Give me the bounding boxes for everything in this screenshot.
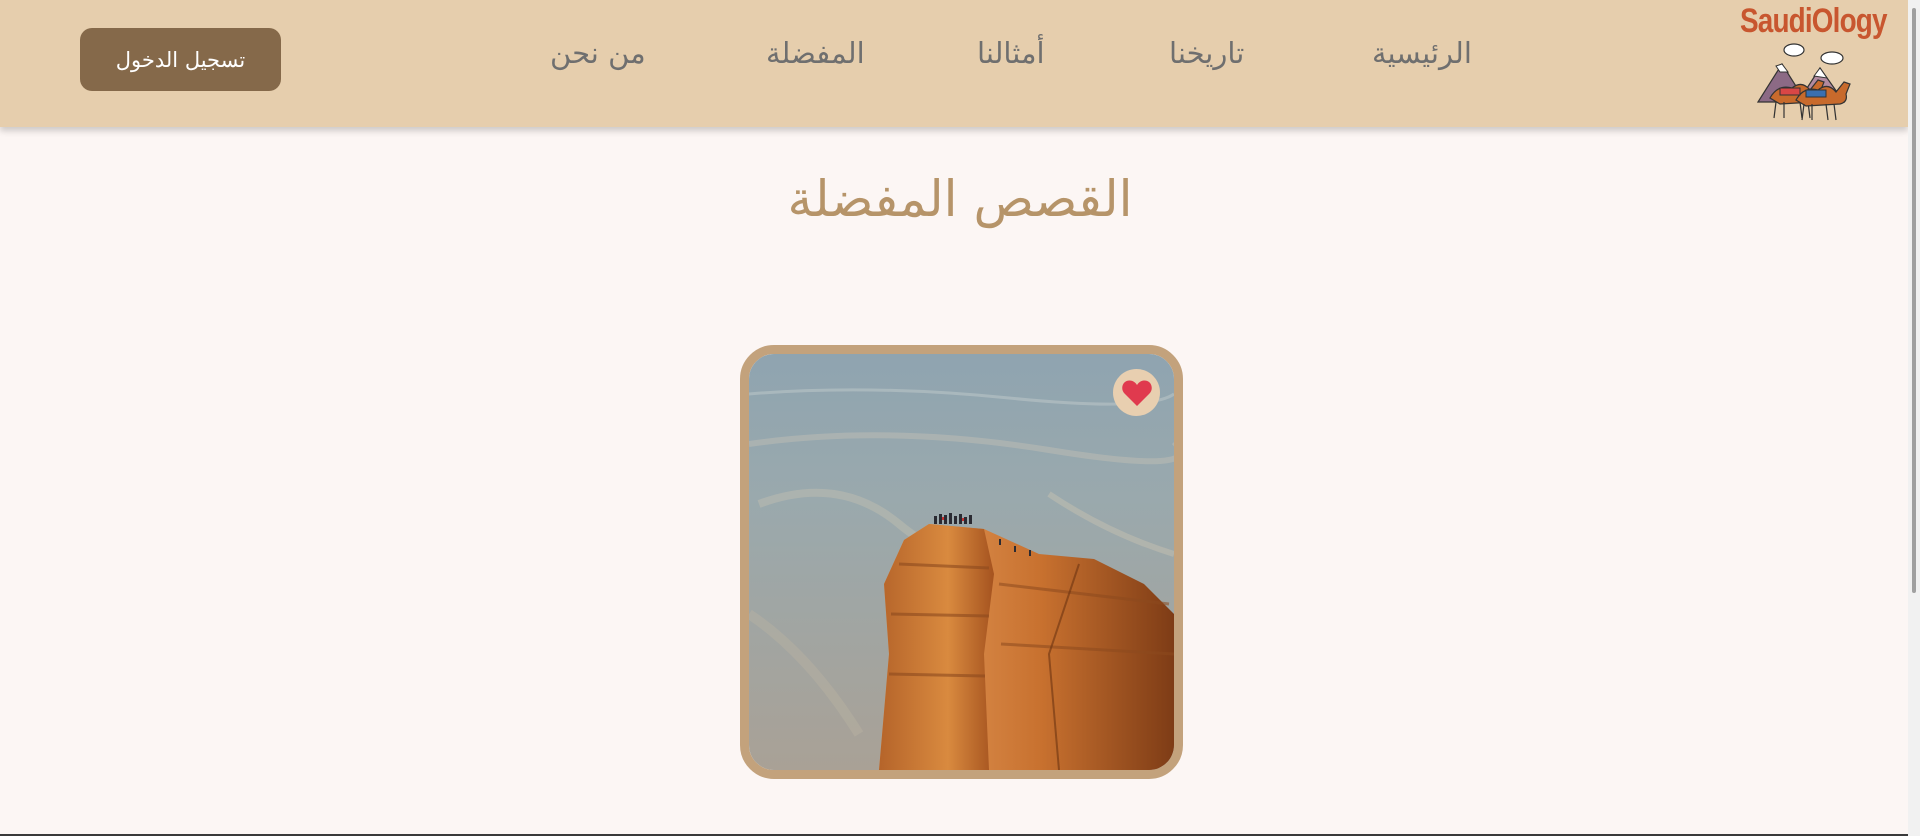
saudiology-logo[interactable]: SaudiOlogy	[1734, 0, 1888, 122]
nav-link-proverbs[interactable]: أمثالنا	[977, 36, 1045, 70]
nav-link-history[interactable]: تاريخنا	[1169, 36, 1244, 70]
nav-link-about[interactable]: من نحن	[550, 36, 646, 70]
story-card[interactable]	[740, 345, 1183, 779]
logo-text: SaudiOlogy	[1740, 2, 1888, 40]
camel-logo-icon	[1756, 43, 1851, 121]
login-button[interactable]: تسجيل الدخول	[80, 28, 281, 91]
navbar: SaudiOlogy الرئيسية تاريخنا أمثالنا المف…	[0, 0, 1908, 127]
story-photo-edge-of-the-world	[749, 354, 1174, 770]
nav-link-home[interactable]: الرئيسية	[1372, 36, 1472, 70]
vertical-scrollbar[interactable]	[1908, 0, 1920, 836]
scrollbar-thumb[interactable]	[1912, 8, 1916, 593]
page-title: القصص المفضلة	[787, 170, 1133, 228]
favorite-toggle[interactable]	[1113, 369, 1160, 416]
nav-link-favorites[interactable]: المفضلة	[766, 36, 865, 70]
heart-icon	[1121, 380, 1152, 406]
